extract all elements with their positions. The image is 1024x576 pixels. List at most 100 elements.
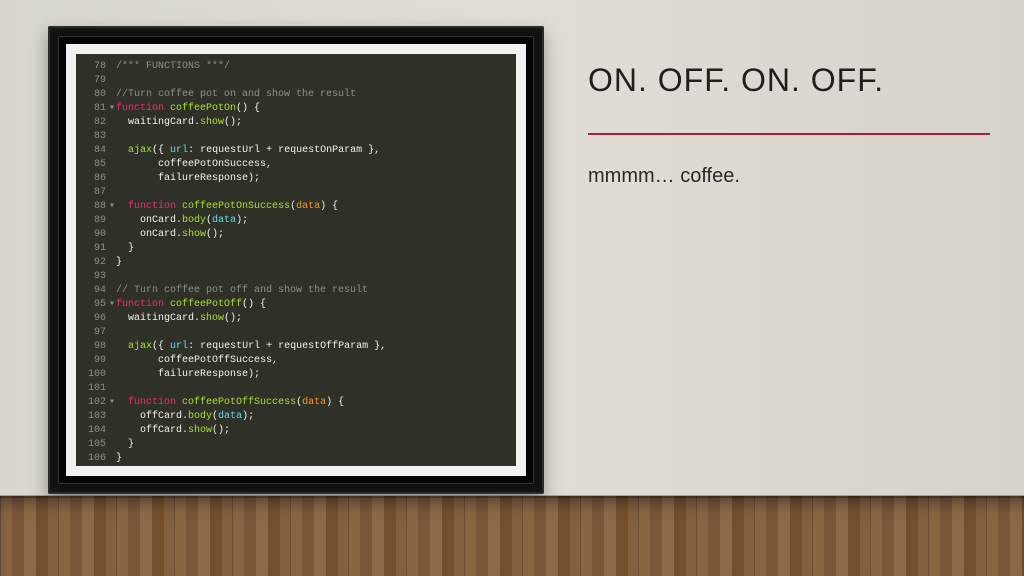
code-line: 81▾function coffeePotOn() { bbox=[80, 102, 506, 116]
line-number: 99 bbox=[80, 354, 106, 368]
line-number: 103 bbox=[80, 410, 106, 424]
line-number: 79 bbox=[80, 74, 106, 88]
code-token: function bbox=[116, 299, 164, 310]
code-token: show bbox=[200, 117, 224, 128]
code-line: 98 ajax({ url: requestUrl + requestOffPa… bbox=[80, 340, 506, 354]
code-token: //Turn coffee pot on and show the result bbox=[116, 89, 356, 100]
code-token: } bbox=[116, 257, 122, 268]
code-picture-frame: 78 /*** FUNCTIONS ***/79 80 //Turn coffe… bbox=[48, 26, 544, 494]
fold-marker-icon bbox=[109, 172, 115, 186]
fold-marker-icon bbox=[109, 452, 115, 466]
code-token: ajax bbox=[128, 145, 152, 156]
fold-marker-icon: ▾ bbox=[109, 102, 115, 116]
fold-marker-icon bbox=[109, 326, 115, 340]
line-number: 95 bbox=[80, 298, 106, 312]
code-token: coffeePotOn bbox=[170, 103, 236, 114]
code-line: 85 coffeePotOnSuccess, bbox=[80, 158, 506, 172]
line-number: 88 bbox=[80, 200, 106, 214]
code-line: 94 // Turn coffee pot off and show the r… bbox=[80, 284, 506, 298]
fold-marker-icon bbox=[109, 116, 115, 130]
line-number: 82 bbox=[80, 116, 106, 130]
code-token: (); bbox=[224, 117, 242, 128]
code-token: ); bbox=[236, 215, 248, 226]
fold-marker-icon bbox=[109, 438, 115, 452]
code-token bbox=[116, 397, 128, 408]
fold-marker-icon bbox=[109, 186, 115, 200]
frame-mat: 78 /*** FUNCTIONS ***/79 80 //Turn coffe… bbox=[66, 44, 526, 476]
fold-marker-icon bbox=[109, 144, 115, 158]
code-token: show bbox=[182, 229, 206, 240]
fold-marker-icon bbox=[109, 312, 115, 326]
line-number: 102 bbox=[80, 396, 106, 410]
code-line: 90 onCard.show(); bbox=[80, 228, 506, 242]
slide-title: ON. OFF. ON. OFF. bbox=[588, 62, 990, 99]
code-token: failureResponse); bbox=[116, 173, 260, 184]
title-underline bbox=[588, 133, 990, 135]
code-line: 80 //Turn coffee pot on and show the res… bbox=[80, 88, 506, 102]
code-token: (); bbox=[224, 313, 242, 324]
code-token: ({ bbox=[152, 341, 170, 352]
code-token: url bbox=[170, 145, 188, 156]
fold-marker-icon bbox=[109, 60, 115, 74]
code-line: 101 bbox=[80, 382, 506, 396]
fold-marker-icon bbox=[109, 424, 115, 438]
fold-marker-icon bbox=[109, 228, 115, 242]
fold-marker-icon bbox=[109, 410, 115, 424]
fold-marker-icon bbox=[109, 158, 115, 172]
code-line: 104 offCard.show(); bbox=[80, 424, 506, 438]
line-number: 97 bbox=[80, 326, 106, 340]
code-token: ) { bbox=[326, 397, 344, 408]
code-token: () { bbox=[236, 103, 260, 114]
fold-marker-icon bbox=[109, 256, 115, 270]
code-token: show bbox=[200, 313, 224, 324]
code-token: offCard. bbox=[116, 425, 188, 436]
code-token: coffeePotOnSuccess, bbox=[116, 159, 272, 170]
slide-stage: 78 /*** FUNCTIONS ***/79 80 //Turn coffe… bbox=[0, 0, 1024, 576]
code-line: 93 bbox=[80, 270, 506, 284]
code-token: onCard. bbox=[116, 215, 182, 226]
fold-marker-icon: ▾ bbox=[109, 396, 115, 410]
code-token: function bbox=[128, 397, 176, 408]
code-line: 89 onCard.body(data); bbox=[80, 214, 506, 228]
code-token: /*** FUNCTIONS ***/ bbox=[116, 61, 230, 72]
line-number: 100 bbox=[80, 368, 106, 382]
code-line: 91 } bbox=[80, 242, 506, 256]
line-number: 98 bbox=[80, 340, 106, 354]
line-number: 87 bbox=[80, 186, 106, 200]
code-token: body bbox=[188, 411, 212, 422]
code-line: 105 } bbox=[80, 438, 506, 452]
text-column: ON. OFF. ON. OFF. mmmm… coffee. bbox=[588, 62, 990, 188]
fold-marker-icon bbox=[109, 74, 115, 88]
code-token: waitingCard. bbox=[116, 313, 200, 324]
line-number: 89 bbox=[80, 214, 106, 228]
code-token: } bbox=[116, 439, 134, 450]
fold-marker-icon bbox=[109, 88, 115, 102]
code-token: ({ bbox=[152, 145, 170, 156]
code-token: coffeePotOnSuccess bbox=[182, 201, 290, 212]
line-number: 91 bbox=[80, 242, 106, 256]
line-number: 84 bbox=[80, 144, 106, 158]
fold-marker-icon bbox=[109, 284, 115, 298]
code-token: show bbox=[188, 425, 212, 436]
line-number: 85 bbox=[80, 158, 106, 172]
line-number: 80 bbox=[80, 88, 106, 102]
line-number: 81 bbox=[80, 102, 106, 116]
line-number: 94 bbox=[80, 284, 106, 298]
line-number: 86 bbox=[80, 172, 106, 186]
code-line: 78 /*** FUNCTIONS ***/ bbox=[80, 60, 506, 74]
code-token: : requestUrl + requestOnParam }, bbox=[188, 145, 380, 156]
code-token: ajax bbox=[128, 341, 152, 352]
fold-marker-icon bbox=[109, 382, 115, 396]
fold-marker-icon bbox=[109, 340, 115, 354]
code-token: ) { bbox=[320, 201, 338, 212]
code-token: } bbox=[116, 243, 134, 254]
code-token: : requestUrl + requestOffParam }, bbox=[188, 341, 386, 352]
code-token: coffeePotOffSuccess bbox=[182, 397, 296, 408]
code-line: 95▾function coffeePotOff() { bbox=[80, 298, 506, 312]
code-line: 83 bbox=[80, 130, 506, 144]
code-token: waitingCard. bbox=[116, 117, 200, 128]
code-token: data bbox=[302, 397, 326, 408]
code-line: 87 bbox=[80, 186, 506, 200]
line-number: 105 bbox=[80, 438, 106, 452]
fold-marker-icon bbox=[109, 130, 115, 144]
